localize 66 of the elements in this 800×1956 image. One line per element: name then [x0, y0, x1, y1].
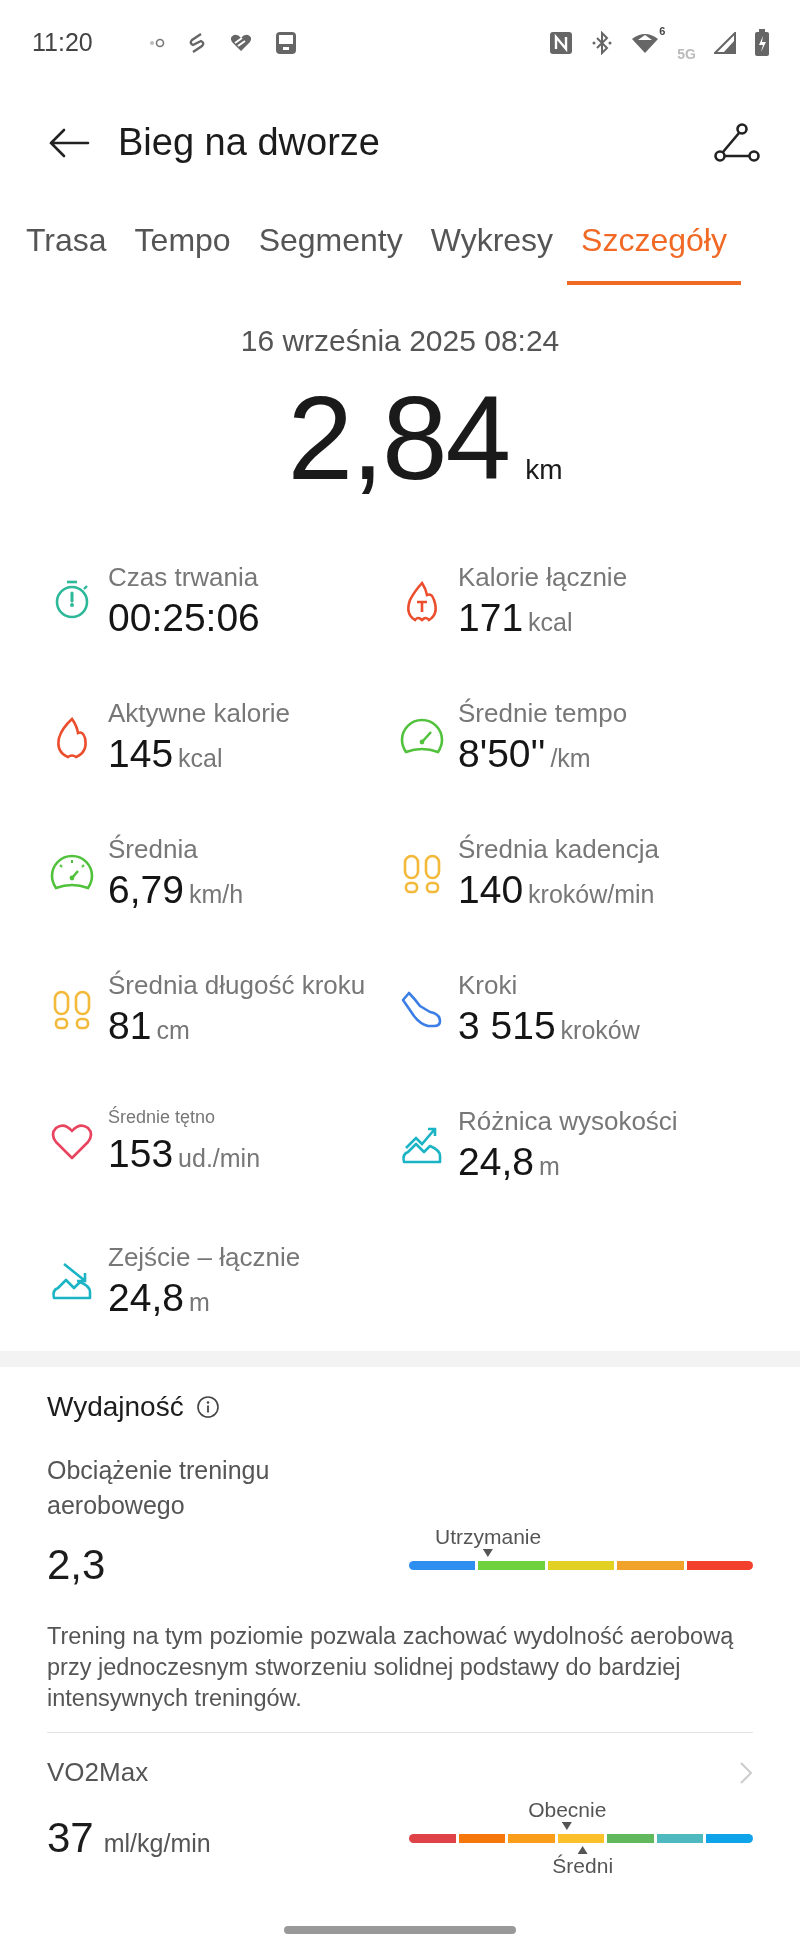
workout-date: 16 września 2025 08:24 [240, 323, 560, 359]
pointer-icon [577, 1846, 588, 1854]
stat-unit: m [188, 1287, 210, 1318]
stat-label: Średnie tempo [458, 697, 628, 730]
stat-label: Kroki [458, 969, 519, 1002]
distance-value: 2,84 [287, 373, 510, 503]
metric-value: 2,3 [47, 1541, 106, 1589]
metric-label: Obciążenie treningu aerobowego [47, 1455, 271, 1521]
stat-value: 8'50'' [458, 731, 546, 777]
section-title: Wydajność [47, 1391, 184, 1423]
stat-label: Średnie tętno [108, 1105, 217, 1129]
pointer-icon [483, 1549, 494, 1557]
back-arrow-icon[interactable] [48, 127, 90, 158]
stat-value: 171 [458, 595, 524, 641]
stat-value: 81 [108, 1003, 152, 1049]
bluetooth-icon [591, 30, 614, 55]
info-icon[interactable] [195, 1395, 220, 1419]
stat-label: Średnia kadencja [458, 833, 659, 866]
marker-label: Obecnie [528, 1798, 607, 1822]
stat-unit: kroków/min [528, 879, 655, 910]
stat-value: 6,79 [108, 867, 184, 913]
signal-icon [714, 31, 736, 54]
stat-label: Średnia [108, 833, 199, 866]
stat-value: 145 [108, 731, 174, 777]
metric-value: 37 [47, 1814, 94, 1862]
stat-unit: ud./min [178, 1143, 261, 1174]
stat-value: 153 [108, 1131, 174, 1177]
stat-unit: cm [156, 1015, 190, 1046]
page-title: Bieg na dworze [118, 121, 381, 164]
marker-label: Średni [552, 1854, 614, 1878]
stat-value: 140 [458, 867, 524, 913]
battery-icon [754, 28, 770, 57]
stat-unit: kroków [560, 1015, 640, 1046]
stat-unit: /km [550, 743, 591, 774]
tab[interactable]: Wykresy [416, 200, 568, 285]
stat-value: 3 515 [458, 1003, 556, 1049]
stat-value: 00:25:06 [108, 595, 260, 641]
heart-icon [228, 32, 253, 53]
bus-icon [274, 30, 297, 55]
stat-label: Różnica wysokości [458, 1105, 678, 1138]
stat-unit: km/h [188, 879, 244, 910]
nfc-icon [549, 30, 574, 55]
marker-label: Utrzymanie [435, 1525, 542, 1549]
network-type: 5G [677, 45, 696, 62]
stat-unit: m [538, 1151, 560, 1182]
clock: 11:20 [32, 28, 93, 57]
stat-unit: kcal [178, 743, 223, 774]
metric-unit: ml/kg/min [103, 1829, 211, 1858]
stat-label: Kalorie łącznie [458, 561, 628, 594]
stat-value: 24,8 [458, 1139, 534, 1185]
dot-icon [148, 37, 165, 48]
stat-label: Zejście – łącznie [108, 1241, 301, 1274]
distance-unit: km [525, 454, 563, 486]
tab[interactable]: Trasa [12, 200, 121, 285]
wifi-standard-label: 6 [659, 24, 666, 37]
stat-value: 24,8 [108, 1275, 184, 1321]
stat-label: Czas trwania [108, 561, 260, 594]
tab[interactable]: Tempo [120, 200, 245, 285]
stat-label: Średnia długość kroku [108, 969, 366, 1002]
metric-label: VO2Max [47, 1757, 149, 1788]
pointer-icon [562, 1822, 573, 1830]
description-text: Trening na tym poziomie pozwala zachować wydolność aerobową przy jednoczesnym stworzeniu solidnej podstawy do bardziej intensywnych treningów. [47, 1621, 753, 1733]
route-icon[interactable] [714, 122, 760, 163]
tab[interactable]: Segmenty [244, 200, 417, 285]
stat-label: Aktywne kalorie [108, 697, 291, 730]
stat-unit: kcal [528, 607, 573, 638]
